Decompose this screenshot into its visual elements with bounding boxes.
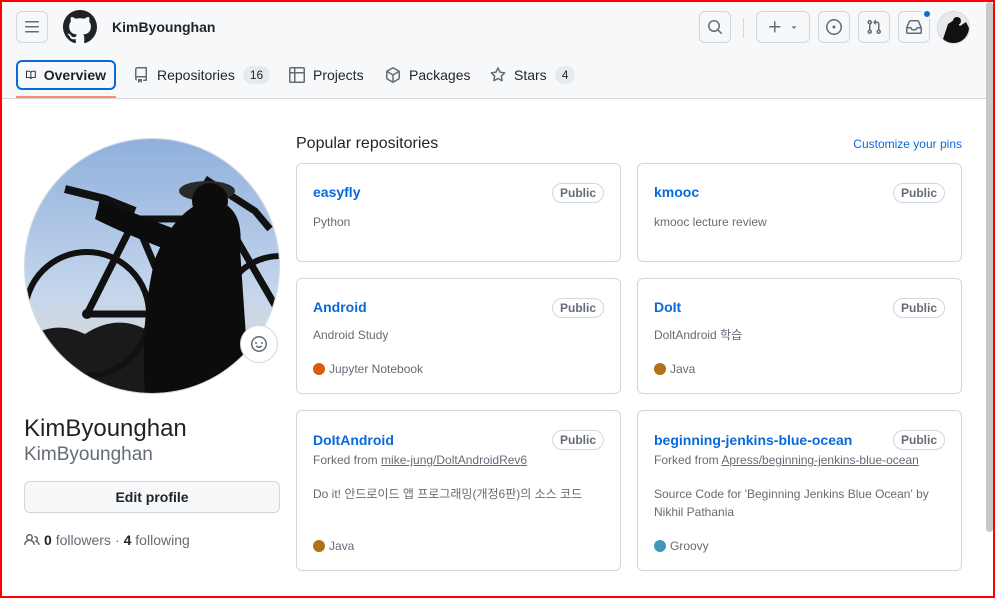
followers-label: followers — [55, 532, 111, 548]
repo-description: Source Code for 'Beginning Jenkins Blue … — [654, 487, 929, 519]
search-icon — [708, 20, 723, 35]
repositories-count: 16 — [242, 66, 271, 84]
repo-name-link[interactable]: DoItAndroid — [313, 432, 394, 448]
smiley-icon — [251, 336, 267, 352]
following-label: following — [135, 532, 190, 548]
user-avatar[interactable] — [937, 11, 970, 44]
people-icon — [24, 533, 40, 546]
followers-count: 0 — [44, 532, 52, 548]
language-name: Java — [329, 539, 355, 553]
tab-overview[interactable]: Overview — [16, 60, 116, 90]
repo-card: Android Public Android Study Jupyter Not… — [296, 278, 621, 394]
repo-name-link[interactable]: DoIt — [654, 299, 681, 315]
book-icon — [26, 70, 36, 79]
popular-repositories-title: Popular repositories — [296, 135, 439, 152]
repo-name-link[interactable]: Android — [313, 299, 367, 315]
tab-projects[interactable]: Projects — [281, 60, 372, 90]
stars-count: 4 — [554, 66, 576, 84]
visibility-badge: Public — [892, 298, 945, 318]
repo-description: Do it! 안드로이드 앱 프로그래밍(개정6판)의 소스 코드 — [313, 487, 583, 501]
tab-repositories-label: Repositories — [157, 67, 235, 83]
visibility-badge: Public — [551, 183, 604, 203]
fork-info: Forked from Apress/beginning-jenkins-blu… — [654, 453, 919, 467]
visibility-badge: Public — [892, 430, 945, 450]
language-color-dot — [654, 363, 666, 375]
tab-overview-label: Overview — [43, 67, 106, 83]
follow-separator: · — [114, 532, 120, 548]
triangle-down-icon — [791, 26, 797, 29]
language-color-dot — [313, 363, 325, 375]
repo-language: Jupyter Notebook — [313, 362, 423, 376]
tab-stars-label: Stars — [514, 67, 547, 83]
tab-projects-label: Projects — [313, 67, 364, 83]
repo-language: Groovy — [654, 539, 709, 553]
repo-name-link[interactable]: beginning-jenkins-blue-ocean — [654, 432, 852, 448]
visibility-badge: Public — [892, 183, 945, 203]
edit-profile-button[interactable]: Edit profile — [24, 481, 280, 513]
fork-prefix: Forked from — [313, 453, 378, 467]
language-name: Jupyter Notebook — [329, 362, 424, 376]
inbox-icon — [906, 20, 922, 34]
issues-button[interactable] — [818, 11, 850, 43]
tab-repositories[interactable]: Repositories 16 — [125, 60, 278, 90]
app-header: KimByounghan Overview Repositories 16 Pr… — [0, 0, 995, 99]
language-name: Java — [670, 362, 696, 376]
language-color-dot — [313, 540, 325, 552]
repo-language: Java — [654, 362, 695, 376]
fork-prefix: Forked from — [654, 453, 719, 467]
git-pull-request-icon — [867, 19, 882, 35]
table-icon — [289, 67, 305, 83]
create-new-button[interactable] — [756, 11, 810, 43]
notification-indicator — [922, 9, 932, 19]
repo-icon — [135, 67, 147, 83]
repo-name-link[interactable]: kmooc — [654, 184, 699, 200]
hamburger-icon — [25, 21, 39, 33]
repo-description: kmooc lecture review — [654, 215, 767, 229]
visibility-badge: Public — [551, 430, 604, 450]
repo-language: Java — [313, 539, 354, 553]
profile-login: KimByounghan — [24, 444, 153, 465]
menu-button[interactable] — [16, 11, 48, 43]
repo-description: Android Study — [313, 328, 389, 342]
set-status-button[interactable] — [240, 325, 278, 363]
repo-description: Python — [313, 215, 351, 229]
tab-stars[interactable]: Stars 4 — [482, 60, 583, 90]
profile-avatar — [24, 138, 280, 394]
customize-pins-link[interactable]: Customize your pins — [853, 137, 962, 151]
page-scrollbar[interactable] — [986, 2, 993, 532]
context-username[interactable]: KimByounghan — [112, 19, 215, 35]
repo-card: DoIt Public DoltAndroid 학습 Java — [637, 278, 962, 394]
visibility-badge: Public — [551, 298, 604, 318]
header-divider — [743, 18, 744, 38]
repo-card: kmooc Public kmooc lecture review — [637, 163, 962, 262]
tab-packages[interactable]: Packages — [377, 60, 478, 90]
fork-source-link[interactable]: Apress/beginning-jenkins-blue-ocean — [721, 453, 918, 467]
language-color-dot — [654, 540, 666, 552]
issue-opened-icon — [826, 19, 842, 35]
repo-card: easyfly Public Python — [296, 163, 621, 262]
avatar-image-icon — [938, 12, 969, 43]
follow-stats: 0 followers · 4 following — [24, 532, 190, 548]
following-link[interactable]: 4 following — [124, 532, 190, 548]
search-button[interactable] — [699, 11, 731, 43]
tab-packages-label: Packages — [409, 67, 471, 83]
following-count: 4 — [123, 532, 132, 548]
fork-source-link[interactable]: mike-jung/DoltAndroidRev6 — [381, 453, 527, 467]
language-name: Groovy — [670, 539, 709, 553]
repo-card: DoItAndroid Public Forked from mike-jung… — [296, 410, 621, 571]
star-icon — [490, 67, 506, 82]
package-icon — [386, 67, 400, 83]
followers-link[interactable]: 0 followers — [44, 532, 111, 548]
profile-photo-icon — [25, 139, 279, 393]
plus-icon — [769, 21, 781, 33]
github-logo-icon[interactable] — [63, 10, 97, 44]
selected-tab-underline — [16, 96, 116, 98]
fork-info: Forked from mike-jung/DoltAndroidRev6 — [313, 453, 527, 467]
pull-requests-button[interactable] — [858, 11, 890, 43]
profile-name: KimByounghan — [24, 415, 187, 442]
repo-card: beginning-jenkins-blue-ocean Public Fork… — [637, 410, 962, 571]
repo-name-link[interactable]: easyfly — [313, 184, 360, 200]
repo-description: DoltAndroid 학습 — [654, 328, 743, 342]
